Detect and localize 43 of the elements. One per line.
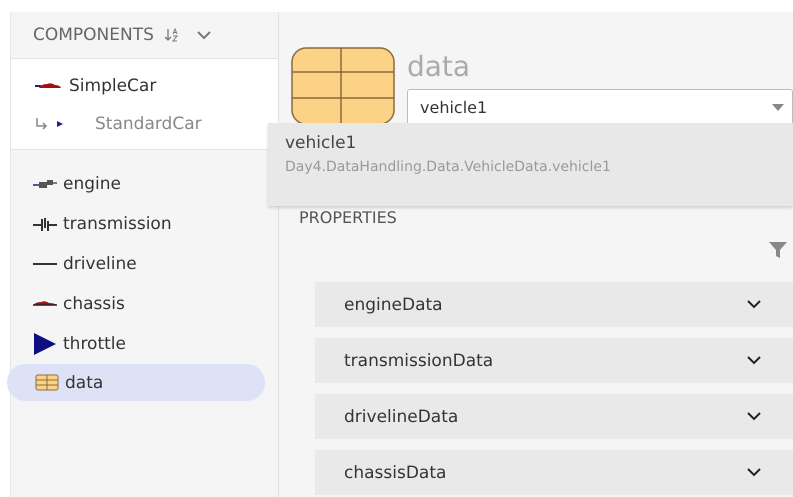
collapse-icon[interactable] <box>196 30 212 40</box>
component-name: data <box>65 372 104 392</box>
record-select[interactable]: vehicle1 <box>407 89 793 125</box>
component-item[interactable]: chassis <box>29 284 265 324</box>
component-name: engine <box>63 174 121 194</box>
property-group[interactable]: drivelineData <box>315 394 793 439</box>
car-icon <box>33 300 57 308</box>
group-name: engineData <box>344 294 443 314</box>
model-name[interactable]: SimpleCar <box>69 76 156 96</box>
triangle-icon <box>33 332 57 356</box>
component-item[interactable]: driveline <box>29 244 265 284</box>
group-name: chassisData <box>344 462 446 482</box>
component-item[interactable]: data <box>7 364 265 401</box>
select-value: vehicle1 <box>420 98 488 116</box>
sort-icon[interactable] <box>164 27 180 43</box>
component-title: data <box>407 49 472 85</box>
dropdown-option[interactable]: vehicle1 Day4.DataHandling.Data.VehicleData.vehicle1 <box>268 123 793 181</box>
group-name: drivelineData <box>344 406 458 426</box>
transmission-icon <box>33 217 57 231</box>
component-item[interactable]: engine <box>29 164 265 204</box>
component-name: driveline <box>63 254 137 274</box>
table-icon <box>35 374 59 391</box>
property-group[interactable]: engineData <box>315 282 793 327</box>
property-group[interactable]: chassisData <box>315 450 793 495</box>
filter-icon[interactable] <box>769 242 787 258</box>
engine-icon <box>33 179 57 189</box>
option-path: Day4.DataHandling.Data.VehicleData.vehicle1 <box>285 159 612 175</box>
component-item[interactable]: transmission <box>29 204 265 244</box>
property-group[interactable]: transmissionData <box>315 338 793 383</box>
port-icon <box>57 121 63 127</box>
component-item[interactable]: throttle <box>29 324 265 364</box>
component-name: chassis <box>63 294 125 314</box>
component-name: throttle <box>63 334 126 354</box>
line-icon <box>33 262 57 266</box>
component-name: transmission <box>63 214 172 234</box>
table-icon <box>291 47 395 125</box>
section-heading: PROPERTIES <box>299 208 397 226</box>
group-name: transmissionData <box>344 350 494 370</box>
dropdown-caret-icon <box>772 104 784 110</box>
extends-icon <box>35 117 49 131</box>
base-class-name[interactable]: StandardCar <box>95 114 202 134</box>
panel-title: COMPONENTS <box>33 25 154 45</box>
option-name: vehicle1 <box>285 133 358 153</box>
